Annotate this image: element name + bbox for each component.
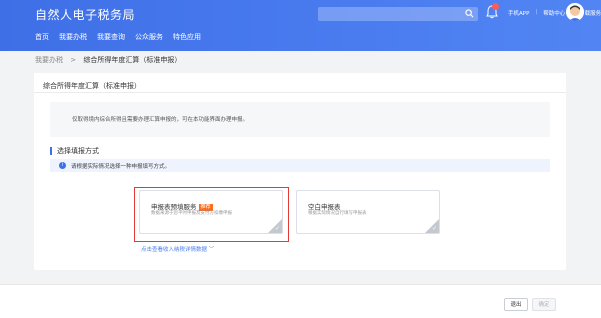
prefill-report-card[interactable]: 申报表预填服务 推荐 数据来源于您平时申报及支付方扣缴申报 ✓ bbox=[139, 190, 283, 234]
corner-mark: ✓ bbox=[431, 225, 437, 232]
footer-bar: 退出 确定 bbox=[0, 284, 601, 318]
divider: | bbox=[535, 9, 538, 15]
divider bbox=[34, 92, 566, 93]
nav-item-query[interactable]: 我要查询 bbox=[97, 32, 125, 42]
view-income-details-link[interactable]: 点击查看收入纳税详情数据 ﹀ bbox=[141, 245, 214, 253]
search-icon[interactable] bbox=[465, 9, 474, 18]
nav-item-file-tax[interactable]: 我要办税 bbox=[59, 32, 87, 42]
section-title: 选择填报方式 bbox=[50, 147, 99, 155]
notification-dot bbox=[492, 3, 499, 10]
panel-title: 综合所得年度汇算（标准申报） bbox=[43, 82, 141, 90]
info-text: 仅取得境内综合所得且需要办理汇算申报的，可在本功能界面办理申报。 bbox=[72, 117, 249, 123]
nav-item-public-service[interactable]: 公众服务 bbox=[135, 32, 163, 42]
top-links: 手机APP | 帮助中心 | 下载服务 bbox=[508, 9, 601, 17]
info-box: 仅取得境内综合所得且需要办理汇算申报的，可在本功能界面办理申报。 bbox=[50, 102, 550, 137]
nav-item-featured[interactable]: 特色应用 bbox=[173, 32, 201, 42]
blank-report-card[interactable]: 空白申报表 根据实际情况自行填写申报表 ✓ bbox=[296, 190, 440, 234]
main-nav: 首页 我要办税 我要查询 公众服务 特色应用 bbox=[35, 32, 201, 42]
breadcrumb-separator: > bbox=[70, 56, 77, 64]
confirm-button[interactable]: 确定 bbox=[532, 298, 556, 311]
breadcrumb-parent[interactable]: 我要办税 bbox=[35, 56, 63, 64]
avatar-icon bbox=[566, 3, 584, 21]
tip-bar: i 请根据实际情况选择一种申报填写方式。 bbox=[50, 159, 550, 172]
card-description: 根据实际情况自行填写申报表 bbox=[308, 211, 367, 216]
breadcrumb: 我要办税 > 综合所得年度汇算（标准申报） bbox=[35, 55, 181, 65]
site-brand[interactable]: 自然人电子税务局 bbox=[35, 6, 135, 23]
main-panel: 综合所得年度汇算（标准申报） 仅取得境内综合所得且需要办理汇算申报的，可在本功能… bbox=[34, 73, 566, 270]
tip-text: 请根据实际情况选择一种申报填写方式。 bbox=[71, 164, 171, 170]
avatar[interactable] bbox=[566, 3, 584, 21]
search-input[interactable] bbox=[318, 7, 478, 21]
link-text: 点击查看收入纳税详情数据 bbox=[141, 247, 208, 253]
help-center-link[interactable]: 帮助中心 bbox=[543, 9, 565, 17]
mobile-app-link[interactable]: 手机APP bbox=[508, 9, 529, 17]
chevron-down-icon: ﹀ bbox=[208, 247, 215, 253]
corner-mark: ✓ bbox=[274, 225, 280, 232]
info-icon: i bbox=[59, 162, 66, 169]
exit-button[interactable]: 退出 bbox=[504, 298, 528, 311]
top-header: 自然人电子税务局 首页 我要办税 我要查询 公众服务 特色应用 手机APP | … bbox=[0, 0, 601, 51]
card-description: 数据来源于您平时申报及支付方扣缴申报 bbox=[151, 211, 232, 216]
nav-item-home[interactable]: 首页 bbox=[35, 32, 49, 42]
breadcrumb-current: 综合所得年度汇算（标准申报） bbox=[83, 56, 182, 64]
